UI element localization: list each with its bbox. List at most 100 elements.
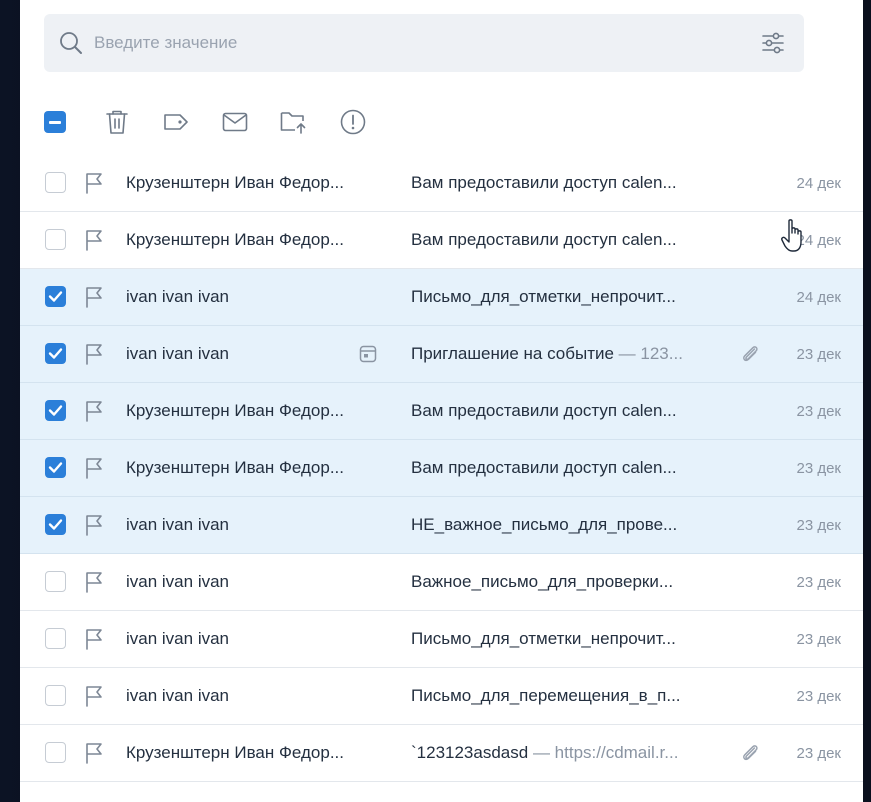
move-to-folder-button[interactable] [277,105,311,139]
message-subject: Вам предоставили доступ calen... [411,173,723,193]
subject-text: `123123asdasd [411,743,529,762]
partial-selection-dash [49,120,61,124]
message-row[interactable]: ivan ivan ivan Приглашение на событие — 1… [20,326,863,383]
message-row[interactable]: ivan ivan ivan Важное_письмо_для_проверки… [20,554,863,611]
subject-text: Письмо_для_отметки_непрочит... [411,629,676,648]
message-snippet: — 123... [613,344,683,363]
paperclip-icon [743,346,758,362]
message-checkbox[interactable] [45,172,66,193]
message-checkbox[interactable] [45,343,66,364]
message-subject: Письмо_для_отметки_непрочит... [411,629,723,649]
message-row[interactable]: ivan ivan ivan Письмо_для_перемещения_в_п… [20,668,863,725]
mail-list-panel: Крузенштерн Иван Федор... Вам предоставил… [20,0,863,802]
flag-icon[interactable] [84,399,106,423]
search-bar [44,14,804,72]
message-subject: `123123asdasd — https://cdmail.r... [411,743,723,763]
trash-icon [106,110,128,134]
subject-text: Приглашение на событие [411,344,614,363]
message-date: 24 дек [796,289,841,306]
flag-icon[interactable] [84,285,106,309]
message-checkbox[interactable] [45,514,66,535]
subject-text: Вам предоставили доступ calen... [411,230,677,249]
message-subject: Письмо_для_отметки_непрочит... [411,287,723,307]
message-checkbox[interactable] [45,229,66,250]
message-subject: Вам предоставили доступ calen... [411,458,723,478]
checkmark-icon [48,291,63,302]
flag-icon[interactable] [84,627,106,651]
screen-background: Крузенштерн Иван Федор... Вам предоставил… [0,0,871,802]
flag-icon[interactable] [84,171,106,195]
sender-name: Крузенштерн Иван Федор... [126,458,344,477]
flag-icon[interactable] [84,570,106,594]
message-date: 23 дек [796,574,841,591]
message-subject: Важное_письмо_для_проверки... [411,572,723,592]
subject-text: Вам предоставили доступ calen... [411,173,677,192]
message-date: 23 дек [796,403,841,420]
flag-icon[interactable] [84,741,106,765]
sender-name: ivan ivan ivan [126,686,230,705]
folder-move-icon [280,112,306,134]
sender-name: ivan ivan ivan [126,572,230,591]
filter-settings-icon[interactable] [760,30,786,56]
label-button[interactable] [159,105,193,139]
sender-name: Крузенштерн Иван Федор... [126,173,344,192]
message-snippet: — https://cdmail.r... [528,743,679,762]
subject-text: Вам предоставили доступ calen... [411,458,677,477]
paperclip-icon [743,745,758,761]
checkmark-icon [48,405,63,416]
subject-text: Письмо_для_отметки_непрочит... [411,287,676,306]
checkmark-icon [48,519,63,530]
envelope-icon [222,112,248,132]
message-subject: Вам предоставили доступ calen... [411,401,723,421]
flag-icon[interactable] [84,456,106,480]
message-row[interactable]: Крузенштерн Иван Федор... `123123asdasd —… [20,725,863,782]
message-date: 23 дек [796,688,841,705]
message-row[interactable]: Крузенштерн Иван Федор... Вам предоставил… [20,212,863,269]
message-subject: Письмо_для_перемещения_в_п... [411,686,723,706]
message-checkbox[interactable] [45,628,66,649]
mark-spam-button[interactable] [336,105,370,139]
checkmark-icon [48,462,63,473]
message-date: 23 дек [796,346,841,363]
message-checkbox[interactable] [45,457,66,478]
message-row[interactable]: Крузенштерн Иван Федор... Вам предоставил… [20,155,863,212]
sender-name: Крузенштерн Иван Федор... [126,743,344,762]
message-checkbox[interactable] [45,685,66,706]
subject-text: Важное_письмо_для_проверки... [411,572,674,591]
sender-name: ivan ivan ivan [126,629,230,648]
message-subject: Приглашение на событие — 123... [411,344,723,364]
mark-read-button[interactable] [218,105,252,139]
message-row[interactable]: ivan ivan ivan Письмо_для_отметки_непрочи… [20,611,863,668]
message-row[interactable]: ivan ivan ivan НЕ_важное_письмо_для_прове… [20,497,863,554]
sender-name: ivan ivan ivan [126,287,230,306]
message-date: 23 дек [796,460,841,477]
subject-text: Вам предоставили доступ calen... [411,401,677,420]
message-checkbox[interactable] [45,742,66,763]
search-input[interactable] [92,32,760,54]
tag-icon [164,114,188,130]
message-subject: НЕ_важное_письмо_для_прове... [411,515,723,535]
flag-icon[interactable] [84,684,106,708]
sender-name: Крузенштерн Иван Федор... [126,401,344,420]
sender-name: Крузенштерн Иван Федор... [126,230,344,249]
message-row[interactable]: Крузенштерн Иван Федор... Вам предоставил… [20,383,863,440]
message-date: 24 дек [796,232,841,249]
message-checkbox[interactable] [45,571,66,592]
subject-text: НЕ_важное_письмо_для_прове... [411,515,678,534]
checkmark-icon [48,348,63,359]
message-checkbox[interactable] [45,400,66,421]
bulk-actions-toolbar [44,104,395,140]
delete-button[interactable] [100,105,134,139]
calendar-invite-icon [359,345,377,363]
subject-text: Письмо_для_перемещения_в_п... [411,686,681,705]
message-checkbox[interactable] [45,286,66,307]
flag-icon[interactable] [84,228,106,252]
flag-icon[interactable] [84,513,106,537]
message-date: 24 дек [796,175,841,192]
message-row[interactable]: Крузенштерн Иван Федор... Вам предоставил… [20,440,863,497]
flag-icon[interactable] [84,342,106,366]
message-row[interactable]: ivan ivan ivan Письмо_для_отметки_непрочи… [20,269,863,326]
search-icon [58,30,84,56]
message-date: 23 дек [796,745,841,762]
select-all-checkbox[interactable] [44,111,66,133]
